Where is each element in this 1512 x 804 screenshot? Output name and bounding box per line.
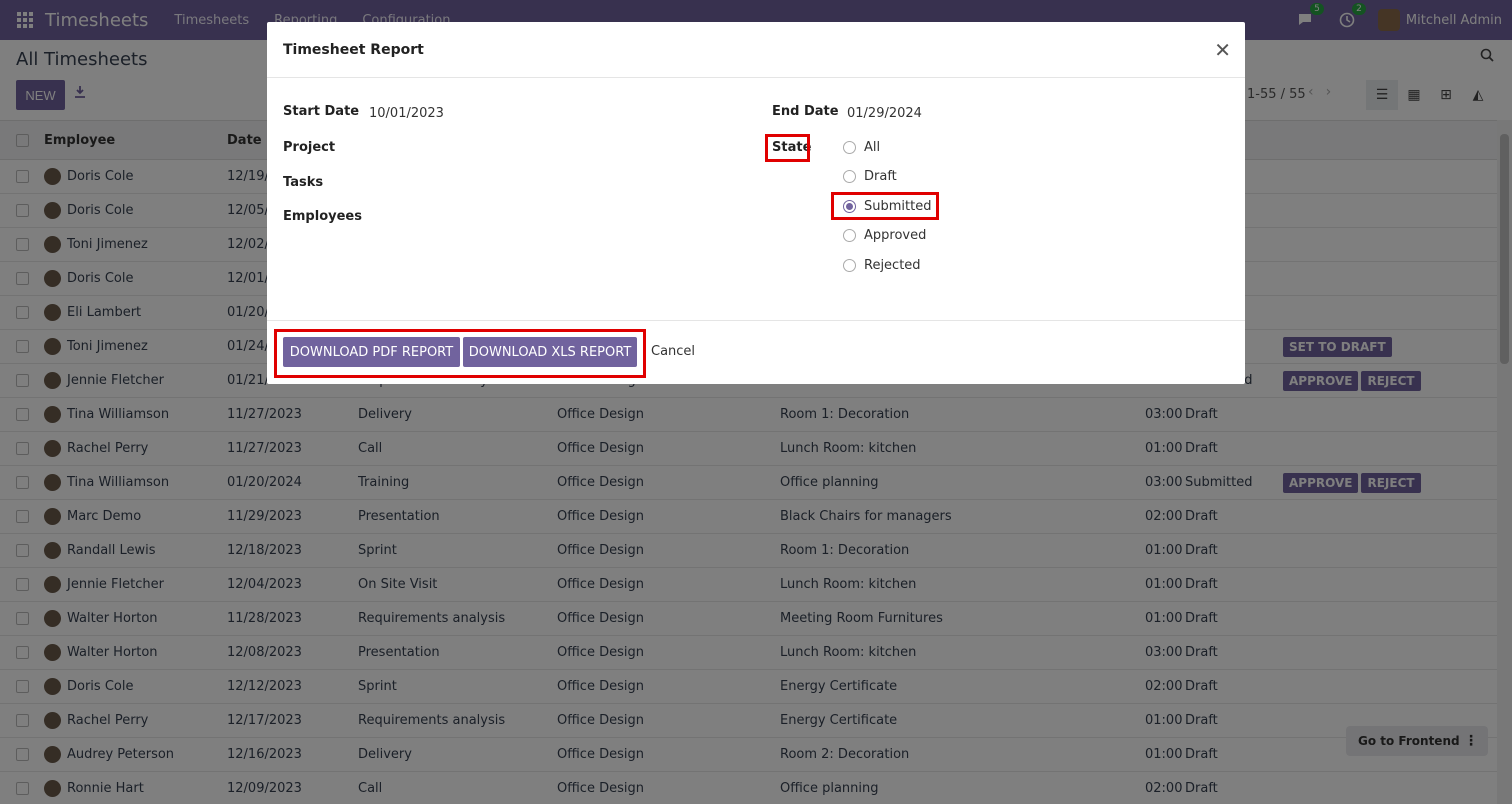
submitted-highlight xyxy=(831,192,939,220)
project-label: Project xyxy=(283,140,336,155)
radio-button-icon[interactable] xyxy=(843,170,856,183)
state-option-label: Rejected xyxy=(864,258,921,273)
state-option-label: Draft xyxy=(864,169,897,184)
modal-footer: DOWNLOAD PDF REPORT DOWNLOAD XLS REPORT … xyxy=(267,320,1245,384)
employees-label: Employees xyxy=(283,209,362,224)
modal-header: Timesheet Report xyxy=(267,22,1245,78)
state-option-label: All xyxy=(864,140,881,155)
modal-title: Timesheet Report xyxy=(283,41,424,58)
state-radio-all[interactable]: All xyxy=(843,140,880,155)
state-option-label: Approved xyxy=(864,228,927,243)
state-radio-approved[interactable]: Approved xyxy=(843,228,926,243)
start-date-field[interactable]: 10/01/2023 xyxy=(369,106,444,121)
radio-button-icon[interactable] xyxy=(843,141,856,154)
cancel-button[interactable]: Cancel xyxy=(651,344,695,359)
timesheet-report-dialog: Timesheet Report ✕ Start Date 10/01/2023… xyxy=(267,22,1245,384)
tasks-label: Tasks xyxy=(283,175,324,190)
state-radio-draft[interactable]: Draft xyxy=(843,169,897,184)
state-radio-rejected[interactable]: Rejected xyxy=(843,258,921,273)
close-icon[interactable]: ✕ xyxy=(1214,40,1231,60)
download-buttons-highlight xyxy=(274,329,646,378)
radio-button-icon[interactable] xyxy=(843,259,856,272)
end-date-label: End Date xyxy=(772,104,839,119)
end-date-field[interactable]: 01/29/2024 xyxy=(847,106,922,121)
start-date-label: Start Date xyxy=(283,104,360,119)
state-label-highlight xyxy=(765,134,810,162)
radio-button-icon[interactable] xyxy=(843,229,856,242)
